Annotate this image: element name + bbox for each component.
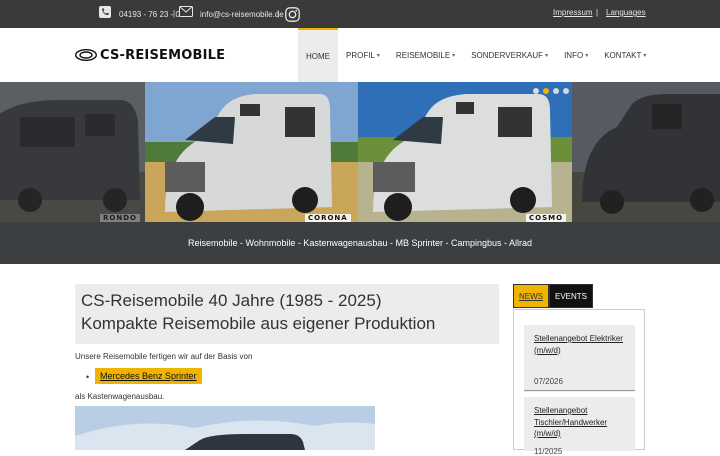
nav-label: INFO	[564, 50, 584, 60]
phone-icon	[99, 6, 111, 18]
slide-corona[interactable]: CORONA	[145, 82, 358, 222]
bullet-mark: •	[86, 372, 90, 382]
news-panel: Stellenangebot Elektriker (m/w/d) 07/202…	[513, 309, 645, 456]
hero-slider[interactable]: RONDO CORONA COSMO	[0, 82, 720, 222]
nav-label: PROFIL	[346, 50, 375, 60]
logo-text: CS-REISEMOBILE	[100, 47, 226, 63]
site-header: CS-REISEMOBILE HOME PROFIL ▾ REISEMOBILE ▾…	[0, 28, 720, 82]
tagline-text: Reisemobile - Wohnmobile - Kastenwagenau…	[188, 238, 532, 248]
news-item-date: 07/2026	[534, 377, 563, 386]
slide-label: CORONA	[305, 214, 351, 222]
chevron-down-icon: ▾	[545, 52, 549, 59]
tab-events[interactable]: EVENTS	[549, 284, 594, 308]
chevron-down-icon: ▾	[376, 52, 380, 59]
intro-text: Unsere Reisemobile fertigen wir auf der …	[75, 352, 253, 361]
nav-sonderverkauf[interactable]: SONDERVERKAUF ▾	[463, 28, 556, 82]
nav-info[interactable]: INFO ▾	[556, 28, 596, 82]
top-bar: 04193 - 76 23 - 0 | info@cs-reisemobile.…	[0, 0, 720, 28]
van-photo	[572, 82, 720, 222]
mail-icon	[179, 6, 193, 17]
nav-label: SONDERVERKAUF	[471, 50, 544, 60]
divider	[524, 390, 635, 391]
page-title: CS-Reisemobile 40 Jahre (1985 - 2025)	[81, 291, 382, 310]
slide-label: COSMO	[526, 214, 567, 222]
nav-reisemobile[interactable]: REISEMOBILE ▾	[388, 28, 463, 82]
slider-dot[interactable]	[553, 88, 559, 94]
separator: |	[173, 9, 176, 18]
nav-home[interactable]: HOME	[298, 28, 338, 82]
sidebar-tabs: NEWS EVENTS	[513, 284, 594, 308]
outro-text: als Kastenwagenausbau.	[75, 392, 165, 401]
chevron-down-icon: ▾	[643, 52, 647, 59]
chevron-down-icon: ▾	[585, 52, 589, 59]
content-image	[75, 406, 375, 450]
nav-label: REISEMOBILE	[395, 50, 451, 60]
logo-mark-icon	[75, 49, 97, 61]
news-item-date: 11/2025	[534, 447, 563, 456]
slide-label: RONDO	[100, 214, 140, 222]
headline-box: CS-Reisemobile 40 Jahre (1985 - 2025) Ko…	[75, 284, 499, 344]
slide-cosmo[interactable]: COSMO	[358, 82, 572, 222]
sprinter-link[interactable]: Mercedes Benz Sprinter	[95, 368, 202, 384]
main-nav: HOME PROFIL ▾ REISEMOBILE ▾ SONDERVERKAUF ▾…	[298, 28, 654, 82]
instagram-icon[interactable]	[285, 7, 300, 22]
van-photo	[0, 82, 145, 222]
nav-label: KONTAKT	[604, 50, 642, 60]
chevron-down-icon: ▾	[452, 52, 456, 59]
van-photo	[145, 82, 358, 222]
page-subtitle: Kompakte Reisemobile aus eigener Produkt…	[81, 314, 436, 333]
slider-dot[interactable]	[533, 88, 539, 94]
van-photo	[358, 82, 572, 222]
news-item[interactable]: Stellenangebot Elektriker (m/w/d) 07/202…	[524, 325, 635, 392]
slider-dots	[533, 88, 569, 94]
slide-next[interactable]	[572, 82, 720, 222]
news-item-title[interactable]: Stellenangebot Tischler/Handwerker (m/w/…	[534, 405, 626, 440]
impressum-link[interactable]: Impressum	[553, 8, 593, 17]
nav-label: HOME	[306, 51, 330, 61]
nav-profil[interactable]: PROFIL ▾	[338, 28, 388, 82]
phone-number[interactable]: 04193 - 76 23 - 0	[119, 10, 180, 19]
slide-rondo[interactable]: RONDO	[0, 82, 145, 222]
slider-dot[interactable]	[563, 88, 569, 94]
languages-link[interactable]: Languages	[606, 8, 646, 17]
news-item-title[interactable]: Stellenangebot Elektriker (m/w/d)	[534, 333, 626, 356]
separator: |	[596, 8, 599, 17]
tagline-band: Reisemobile - Wohnmobile - Kastenwagenau…	[0, 222, 720, 264]
tab-news[interactable]: NEWS	[513, 284, 549, 308]
separator: |	[277, 9, 280, 18]
site-logo[interactable]: CS-REISEMOBILE	[75, 47, 225, 63]
news-item[interactable]: Stellenangebot Tischler/Handwerker (m/w/…	[524, 397, 635, 456]
email-link[interactable]: info@cs-reisemobile.de	[200, 10, 284, 19]
nav-kontakt[interactable]: KONTAKT ▾	[596, 28, 654, 82]
slider-dot-active[interactable]	[543, 88, 549, 94]
